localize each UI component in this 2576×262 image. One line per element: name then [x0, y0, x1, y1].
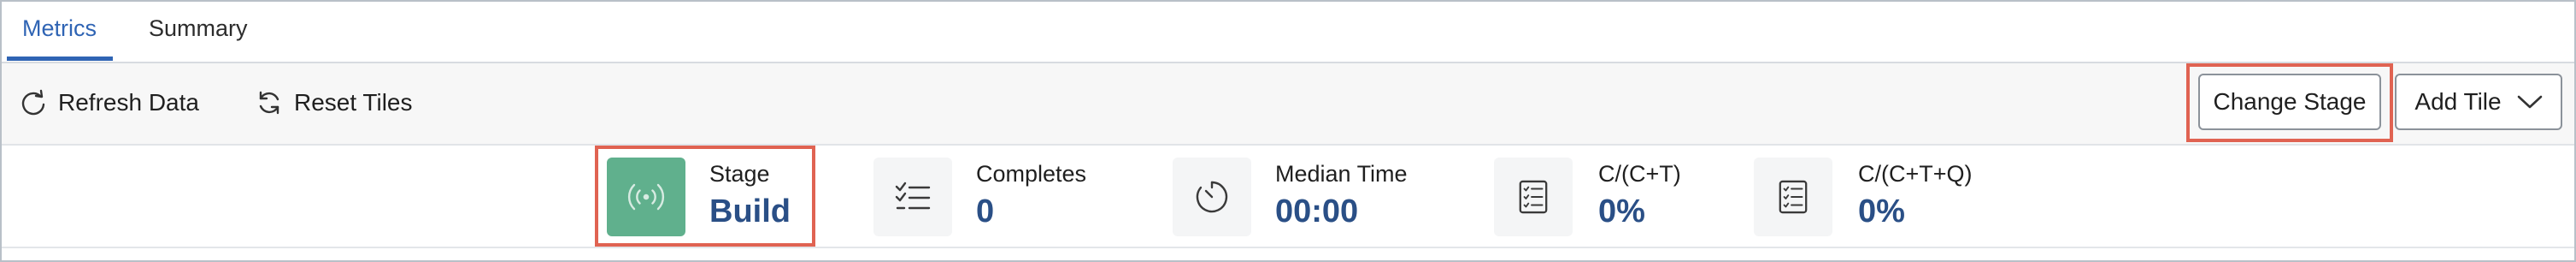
toolbar: Refresh Data Reset Tiles Change Stage Ad…: [2, 63, 2574, 146]
c-ct-value: 0%: [1598, 194, 1645, 229]
reset-icon: [259, 91, 279, 115]
change-stage-button[interactable]: Change Stage: [2198, 74, 2381, 130]
c-ct-tile-icon: [1494, 158, 1573, 236]
change-stage-label: Change Stage: [2213, 88, 2367, 115]
stage-value: Build: [709, 194, 791, 229]
median-time-label: Median Time: [1275, 161, 1408, 187]
chevron-down-icon: [2517, 95, 2542, 109]
refresh-icon: [21, 89, 45, 116]
median-time-value: 00:00: [1275, 194, 1359, 229]
c-ct-label: C/(C+T): [1598, 161, 1681, 187]
metrics-row: Stage Build Completes 0 Median Time 00:0…: [2, 146, 2574, 247]
metrics-panel: Metrics Summary Refresh Data Reset Tiles…: [0, 0, 2576, 262]
broadcast-icon: [627, 183, 665, 211]
c-ctq-label: C/(C+T+Q): [1858, 161, 1973, 187]
stage-label: Stage: [709, 161, 770, 187]
refresh-data-label: Refresh Data: [58, 89, 199, 116]
completes-value: 0: [976, 194, 995, 229]
median-time-tile-icon: [1173, 158, 1251, 236]
tab-bar: Metrics Summary: [2, 2, 2574, 63]
stage-tile-icon: [607, 158, 685, 236]
timer-icon: [1196, 181, 1228, 213]
bottom-divider: [2, 247, 2574, 248]
add-tile-label: Add Tile: [2414, 88, 2502, 115]
tab-summary[interactable]: Summary: [149, 15, 248, 42]
completes-label: Completes: [976, 161, 1087, 187]
c-ctq-value: 0%: [1858, 194, 1905, 229]
refresh-data-button[interactable]: Refresh Data: [19, 86, 199, 120]
tab-metrics[interactable]: Metrics: [22, 15, 97, 42]
active-tab-indicator: [7, 57, 113, 61]
report-list-icon: [1519, 180, 1548, 214]
completes-tile-icon: [873, 158, 952, 236]
reset-tiles-label: Reset Tiles: [294, 89, 413, 116]
c-ctq-tile-icon: [1754, 158, 1832, 236]
reset-tiles-button[interactable]: Reset Tiles: [255, 86, 413, 120]
add-tile-button[interactable]: Add Tile: [2395, 74, 2562, 130]
report-list-icon: [1779, 180, 1808, 214]
checklist-icon: [895, 182, 931, 210]
